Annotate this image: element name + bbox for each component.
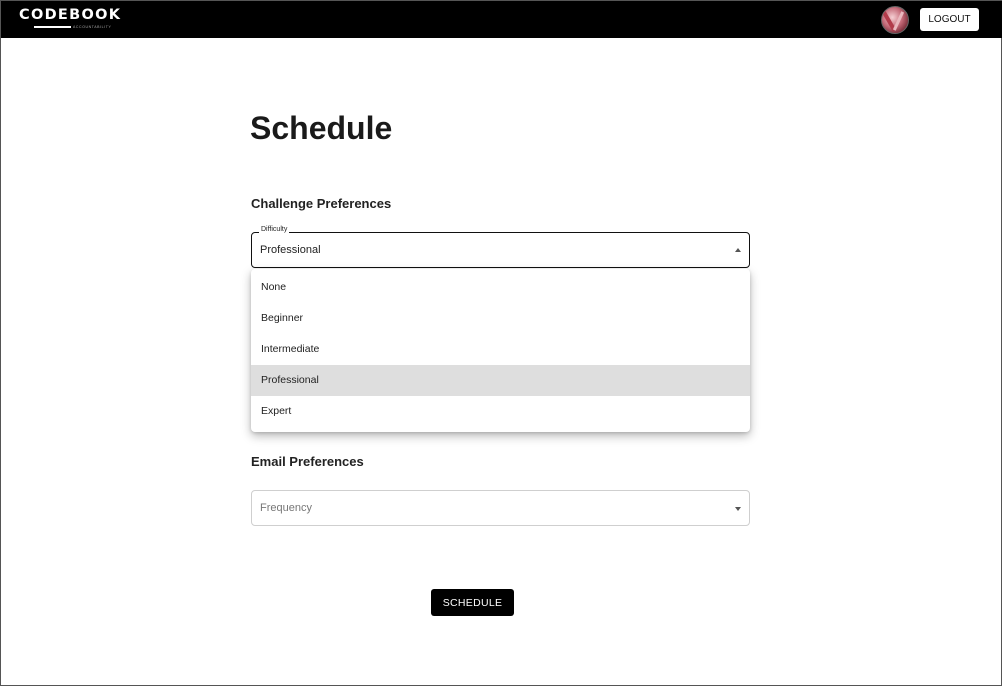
schedule-button[interactable]: SCHEDULE bbox=[431, 589, 514, 616]
logout-button[interactable]: LOGOUT bbox=[920, 8, 979, 31]
logo-subtext: ACCOUNTABILITY bbox=[73, 25, 112, 29]
difficulty-value: Professional bbox=[260, 244, 321, 256]
page-title: Schedule bbox=[250, 110, 393, 146]
top-navbar: CODEBOOK ACCOUNTABILITY LOGOUT bbox=[1, 1, 1002, 38]
difficulty-option-intermediate[interactable]: Intermediate bbox=[251, 334, 750, 365]
difficulty-label: Difficulty bbox=[259, 226, 290, 233]
frequency-select[interactable]: Frequency bbox=[251, 490, 750, 526]
difficulty-select[interactable]: Difficulty Professional bbox=[251, 226, 750, 268]
challenge-preferences-heading: Challenge Preferences bbox=[251, 196, 392, 211]
logo-underline bbox=[34, 26, 71, 28]
difficulty-option-professional[interactable]: Professional bbox=[251, 365, 750, 396]
frequency-placeholder: Frequency bbox=[260, 502, 312, 514]
difficulty-option-none[interactable]: None bbox=[251, 272, 750, 303]
email-preferences-heading: Email Preferences bbox=[251, 454, 364, 469]
difficulty-option-expert[interactable]: Expert bbox=[251, 396, 750, 427]
logo-text: CODEBOOK bbox=[19, 7, 122, 23]
codebook-logo[interactable]: CODEBOOK ACCOUNTABILITY bbox=[19, 7, 129, 33]
difficulty-dropdown-menu: None Beginner Intermediate Professional … bbox=[251, 269, 750, 432]
app-frame: CODEBOOK ACCOUNTABILITY LOGOUT Schedule … bbox=[0, 0, 1002, 686]
caret-down-icon bbox=[735, 507, 741, 511]
caret-up-icon bbox=[735, 248, 741, 252]
user-avatar[interactable] bbox=[881, 6, 909, 34]
difficulty-option-beginner[interactable]: Beginner bbox=[251, 303, 750, 334]
